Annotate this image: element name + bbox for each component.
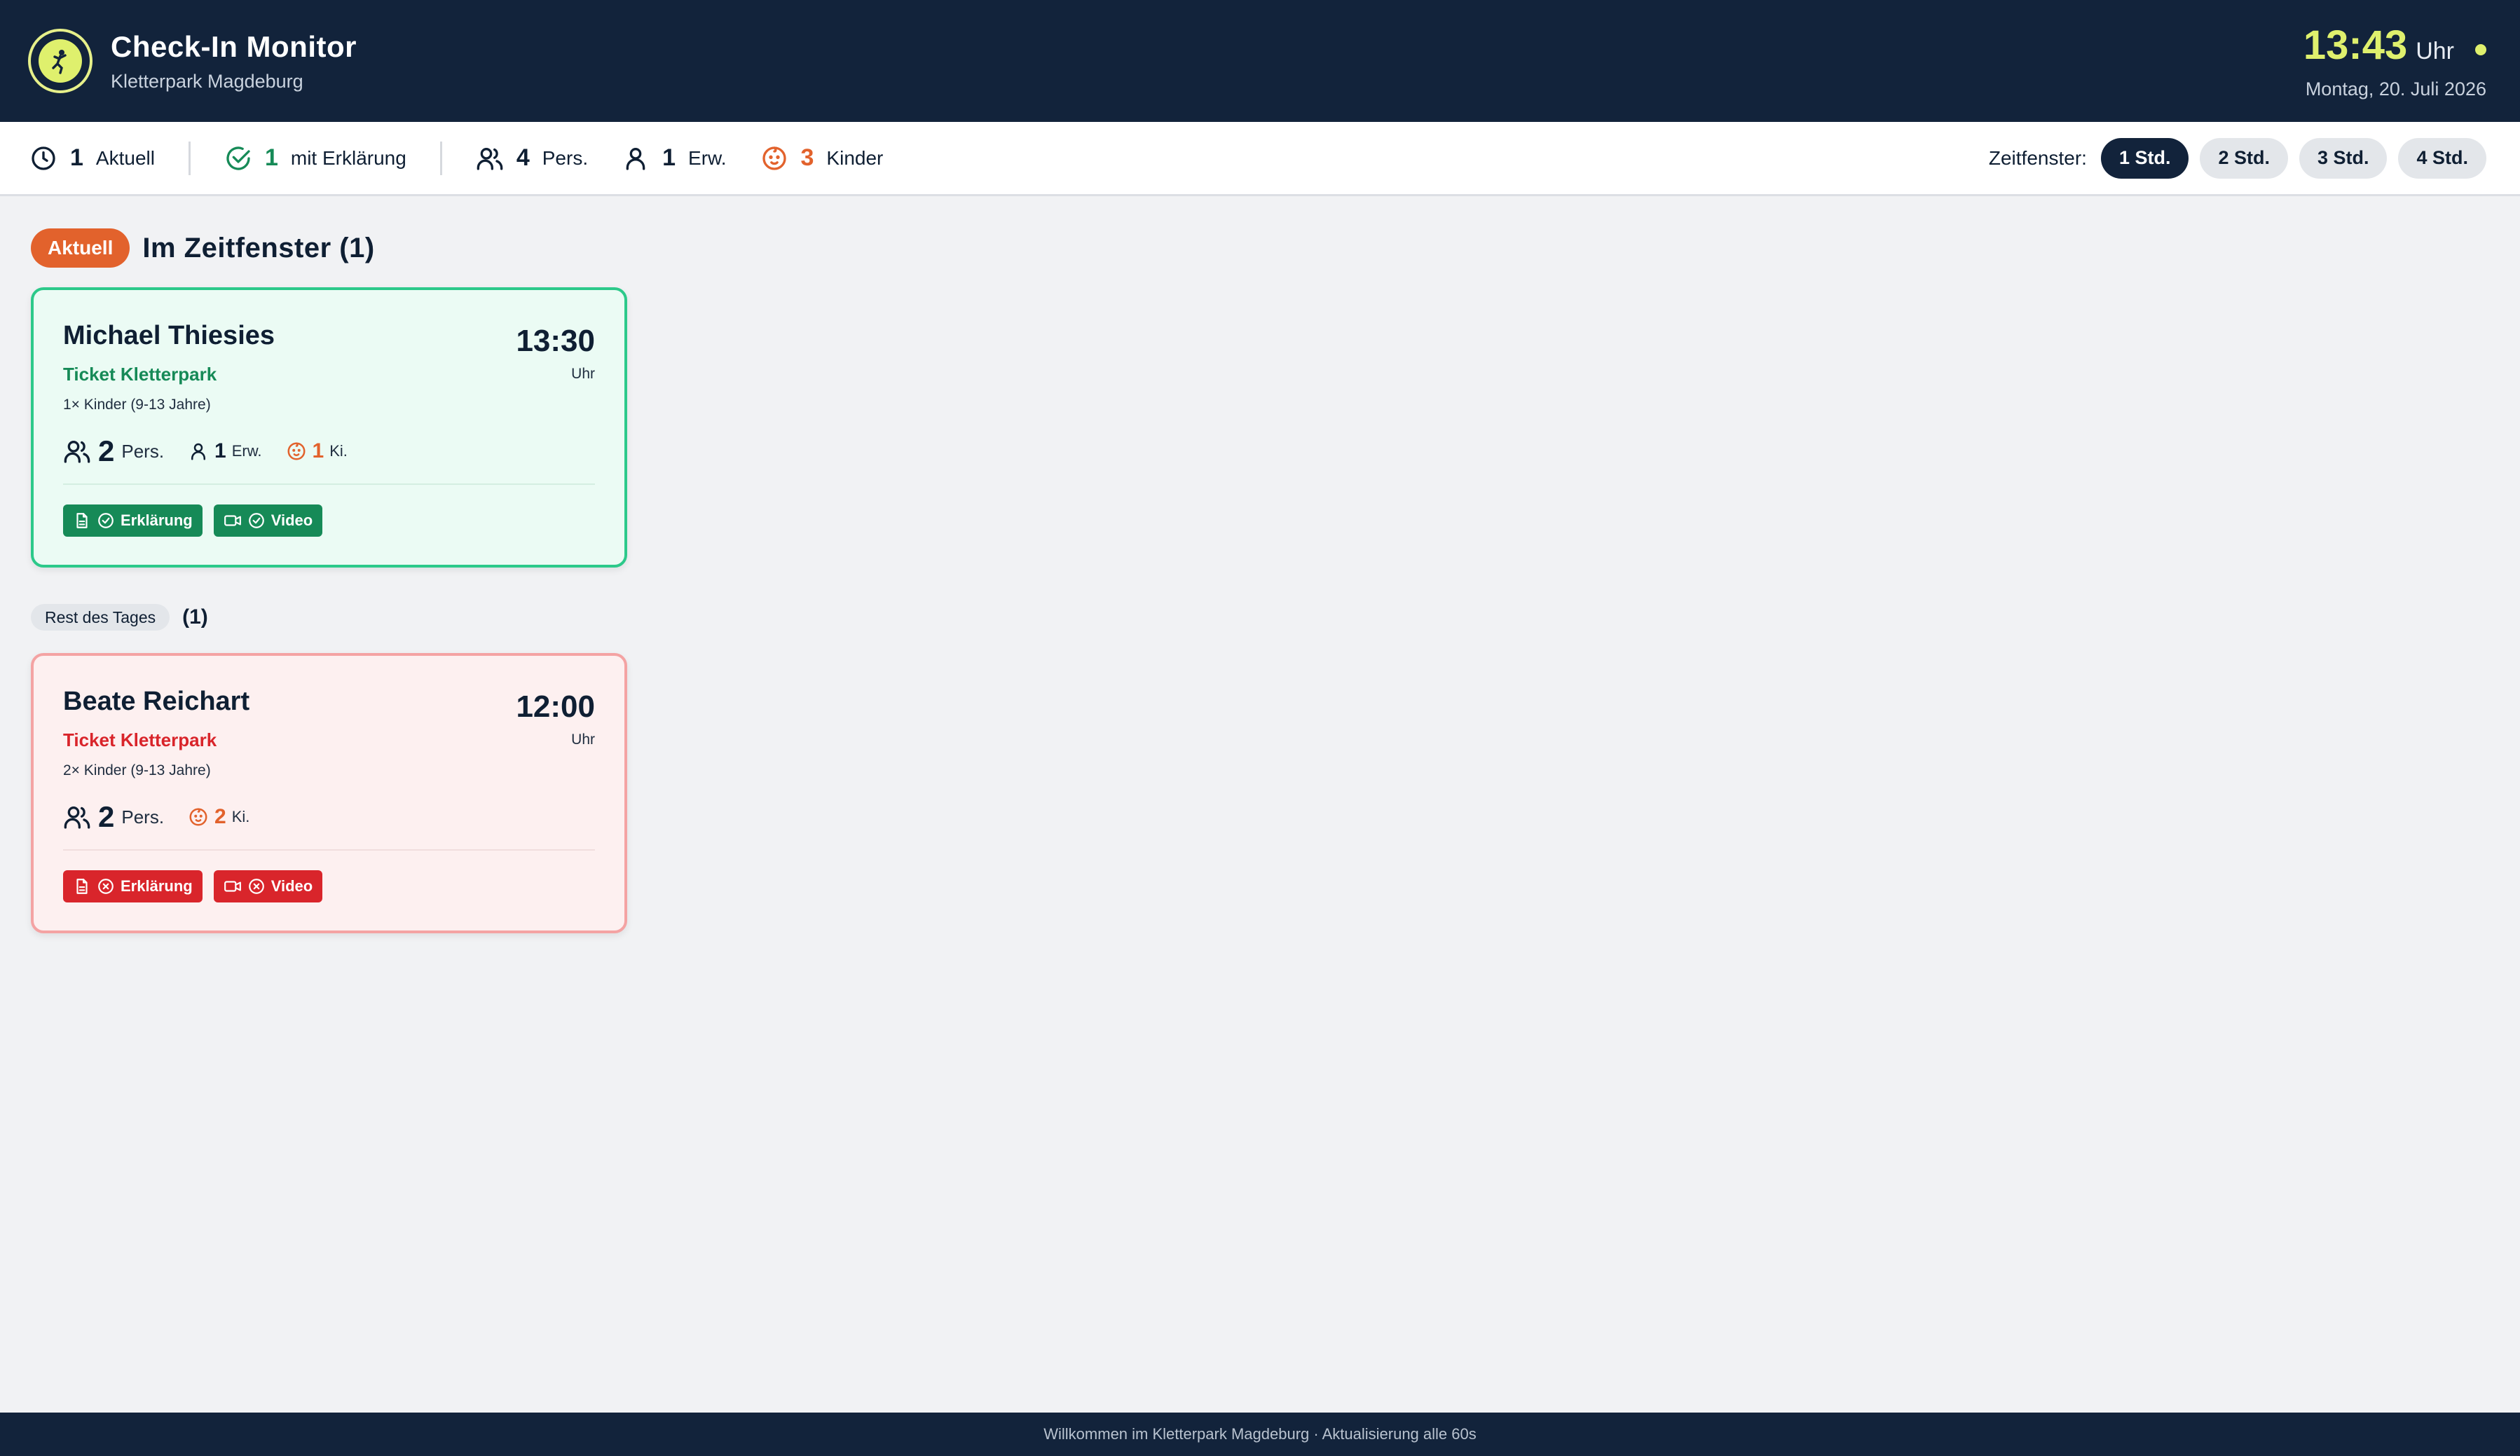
booking-detail: 2× Kinder (9-13 Jahre)	[63, 762, 211, 778]
booking-time-unit: Uhr	[571, 732, 595, 748]
booking-time-unit: Uhr	[571, 366, 595, 382]
erklaerung-missing-tag: Erklärung	[63, 870, 203, 902]
zeitfenster-2h-button[interactable]: 2 Std.	[2200, 137, 2288, 179]
erklaerung-ok-tag: Erklärung	[63, 504, 203, 537]
x-circle-icon	[98, 879, 114, 894]
stat-erklaerung-label: mit Erklärung	[290, 146, 406, 169]
booking-detail: 1× Kinder (9-13 Jahre)	[63, 397, 211, 413]
clock-date: Montag, 20. Juli 2026	[2305, 78, 2486, 99]
zeitfenster-4h-button[interactable]: 4 Std.	[2398, 137, 2486, 179]
section-current-title: Im Zeitfenster (1)	[142, 232, 375, 263]
footer-text: Willkommen im Kletterpark Magdeburg · Ak…	[1043, 1425, 1477, 1443]
stat-kinder: 3 Kinder	[760, 144, 884, 172]
climber-icon	[39, 39, 82, 83]
stat-aktuell-count: 1	[70, 144, 83, 171]
booking-name: Michael Thiesies	[63, 321, 275, 350]
booking-name: Beate Reichart	[63, 687, 250, 716]
stat-aktuell-label: Aktuell	[95, 146, 155, 169]
erklaerung-tag-label: Erklärung	[121, 511, 193, 529]
app-subtitle: Kletterpark Magdeburg	[111, 70, 303, 92]
video-camera-icon	[224, 515, 241, 526]
section-rest-header: Rest des Tages (1)	[31, 604, 208, 631]
app-title: Check-In Monitor	[111, 29, 357, 63]
footer: Willkommen im Kletterpark Magdeburg · Ak…	[0, 1413, 2520, 1456]
booking-kids: 1 Ki.	[286, 439, 348, 463]
stat-erwachsene-label: Erw.	[688, 146, 727, 169]
booking-card[interactable]: Beate Reichart Ticket Kletterpark 2× Kin…	[31, 653, 627, 933]
card-divider	[63, 483, 595, 485]
video-tag-label: Video	[271, 511, 313, 529]
booking-adults-count: 1	[214, 439, 226, 462]
card-divider	[63, 849, 595, 851]
stat-erklaerung: 1 mit Erklärung	[224, 144, 406, 172]
check-circle-icon	[98, 513, 114, 528]
section-rest-count: (1)	[182, 605, 208, 629]
users-icon	[64, 441, 90, 463]
user-icon	[626, 147, 645, 170]
stat-erwachsene: 1 Erw.	[622, 144, 727, 172]
video-missing-tag: Video	[213, 870, 323, 902]
booking-kids-count: 1	[312, 439, 324, 462]
booking-ticket: Ticket Kletterpark	[63, 364, 217, 385]
booking-adults: 1 Erw.	[188, 439, 262, 463]
booking-kids-count: 2	[214, 805, 226, 828]
stat-erklaerung-count: 1	[264, 144, 278, 171]
video-ok-tag: Video	[213, 504, 323, 537]
stat-aktuell: 1 Aktuell	[29, 144, 155, 172]
check-circle-icon	[248, 513, 264, 528]
brand: Check-In Monitor Kletterpark Magdeburg	[28, 29, 357, 93]
booking-time: 13:30	[516, 324, 595, 358]
live-indicator-dot	[2475, 43, 2486, 55]
clock-icon	[32, 146, 55, 170]
zeitfenster-label: Zeitfenster:	[1988, 146, 2087, 169]
document-icon	[76, 513, 88, 528]
erklaerung-tag-label: Erklärung	[121, 877, 193, 895]
user-icon	[191, 443, 206, 460]
clock-time: 13:43	[2303, 22, 2408, 68]
booking-persons-count: 2	[98, 800, 115, 833]
booking-kids: 2 Ki.	[188, 805, 249, 829]
kletterpark-logo	[28, 29, 93, 93]
booking-people: 2 Pers. 1 Erw. 1 Ki.	[63, 434, 595, 468]
baby-icon	[287, 442, 306, 460]
zeitfenster-1h-button[interactable]: 1 Std.	[2100, 137, 2189, 179]
clock: 13:43 Uhr Montag, 20. Juli 2026	[2303, 22, 2486, 100]
stat-personen-label: Pers.	[542, 146, 589, 169]
rest-badge: Rest des Tages	[31, 604, 170, 631]
baby-icon	[189, 808, 207, 826]
video-tag-label: Video	[271, 877, 313, 895]
stat-personen-count: 4	[516, 144, 530, 171]
document-icon	[76, 879, 88, 894]
booking-time: 12:00	[516, 689, 595, 724]
booking-persons-label: Pers.	[121, 806, 165, 827]
users-icon	[477, 147, 503, 170]
x-circle-icon	[248, 879, 264, 894]
users-icon	[64, 806, 90, 829]
booking-kids-label: Ki.	[329, 442, 348, 460]
app-header: Check-In Monitor Kletterpark Magdeburg 1…	[0, 0, 2520, 122]
booking-persons-label: Pers.	[121, 440, 165, 462]
section-current-header: Aktuell Im Zeitfenster (1)	[31, 228, 375, 268]
video-camera-icon	[224, 881, 241, 892]
booking-ticket: Ticket Kletterpark	[63, 729, 217, 750]
divider	[188, 141, 191, 175]
zeitfenster-selector: Zeitfenster: 1 Std. 2 Std. 3 Std. 4 Std.	[1988, 137, 2486, 179]
booking-people: 2 Pers. 2 Ki.	[63, 800, 595, 834]
divider	[439, 141, 442, 175]
clock-unit: Uhr	[2416, 38, 2454, 64]
booking-persons-count: 2	[98, 434, 115, 467]
aktuell-badge: Aktuell	[31, 228, 130, 268]
booking-card[interactable]: Michael Thiesies Ticket Kletterpark 1× K…	[31, 287, 627, 568]
stats-bar: 1 Aktuell 1 mit Erklärung 4 Pers. 1 Erw.…	[0, 122, 2520, 196]
zeitfenster-3h-button[interactable]: 3 Std.	[2299, 137, 2388, 179]
check-circle-icon	[226, 146, 250, 170]
baby-icon	[762, 146, 786, 170]
stat-personen: 4 Pers.	[476, 144, 588, 172]
booking-adults-label: Erw.	[231, 442, 262, 460]
stat-kinder-label: Kinder	[826, 146, 884, 169]
stat-erwachsene-count: 1	[662, 144, 676, 171]
booking-kids-label: Ki.	[231, 808, 250, 825]
stat-kinder-count: 3	[800, 144, 814, 171]
